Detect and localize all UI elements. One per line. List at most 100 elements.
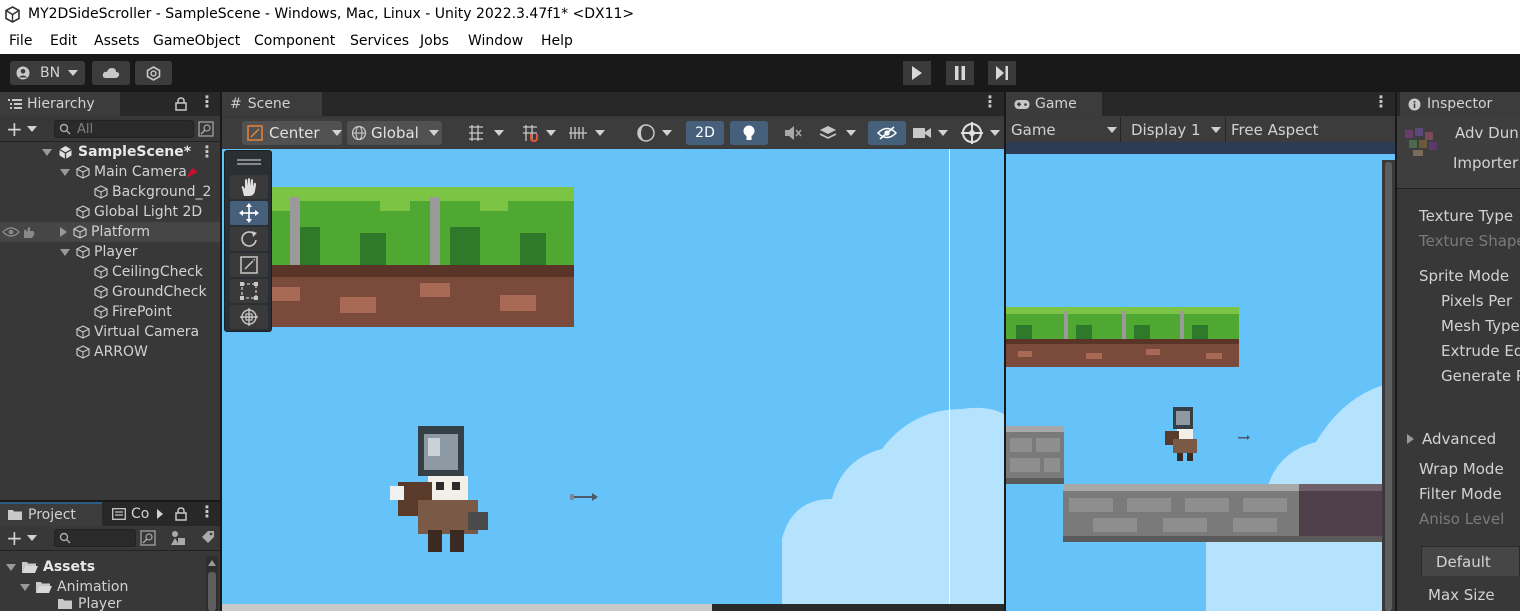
display-dropdown[interactable]: Display 1: [1131, 120, 1221, 140]
hierarchy-item-virtual-camera[interactable]: Virtual Camera: [76, 322, 199, 342]
project-menu-button[interactable]: ⋮: [199, 502, 215, 521]
tab-project[interactable]: Project: [0, 502, 102, 526]
tab-console[interactable]: Co: [104, 502, 170, 526]
space-dropdown[interactable]: Global: [347, 121, 442, 145]
effects-button[interactable]: [818, 123, 864, 143]
scene-menu-button[interactable]: ⋮: [199, 142, 215, 161]
menu-file[interactable]: File: [9, 33, 32, 49]
move-tool-button[interactable]: [230, 201, 268, 225]
project-lock-icon[interactable]: [175, 507, 187, 521]
layers-effects-icon: [819, 126, 837, 139]
shaded-sphere-icon: [637, 124, 655, 142]
field-sprite-mode: Sprite Mode: [1419, 267, 1510, 285]
scene-panel: # Scene ⋮ Center Global 2D: [222, 92, 1004, 611]
menu-window[interactable]: Window: [468, 33, 523, 49]
hierarchy-item-firepoint[interactable]: FirePoint: [94, 302, 172, 322]
platform-tab-default[interactable]: Default: [1421, 546, 1520, 576]
hand-tool-button[interactable]: [230, 175, 268, 199]
display-label: Display 1: [1131, 121, 1201, 139]
hierarchy-item-main-camera[interactable]: Main Camera: [60, 162, 187, 182]
pivot-dropdown[interactable]: Center: [242, 121, 342, 145]
scroll-thumb[interactable]: [208, 572, 216, 611]
pause-button[interactable]: [946, 61, 974, 85]
menu-services[interactable]: Services: [350, 33, 409, 49]
game-scroll-thumb[interactable]: [1385, 162, 1392, 611]
hierarchy-item-arrow[interactable]: ARROW: [76, 342, 148, 362]
hierarchy-item-player[interactable]: Player: [60, 242, 138, 262]
audio-muted-icon: [785, 126, 802, 140]
advanced-foldout[interactable]: Advanced: [1407, 430, 1496, 448]
scene-horizontal-scrollbar[interactable]: [222, 604, 712, 611]
scroll-up-arrow-icon[interactable]: [208, 560, 216, 566]
project-folder-player[interactable]: Player: [58, 596, 122, 611]
gizmos-button[interactable]: [960, 121, 1004, 145]
scene-viewport[interactable]: [222, 149, 1004, 611]
grid-visibility-button[interactable]: [567, 123, 613, 143]
grid-snap-button[interactable]: [466, 123, 514, 143]
project-scrollbar[interactable]: [206, 556, 218, 611]
game-scrollbar[interactable]: [1382, 160, 1395, 611]
lighting-toggle-button[interactable]: [730, 121, 768, 145]
search-by-type-icon[interactable]: [140, 530, 156, 546]
menu-gameobject[interactable]: GameObject: [153, 33, 240, 49]
scene-row[interactable]: SampleScene*: [42, 142, 220, 162]
visibility-eye-icon[interactable]: [2, 226, 20, 238]
scene-menu-button[interactable]: ⋮: [982, 92, 998, 111]
collab-button[interactable]: [135, 61, 172, 85]
scene-filter-icon[interactable]: [198, 121, 214, 137]
project-panel: Project Co ⋮ + Assets Animation Player: [0, 502, 220, 611]
hierarchy-item-background[interactable]: Background_2: [94, 182, 211, 202]
account-button[interactable]: BN: [10, 61, 85, 85]
transform-tool-button[interactable]: [230, 305, 268, 329]
warning-marker-icon: [186, 168, 198, 178]
scale-tool-button[interactable]: [230, 253, 268, 277]
snap-increment-button[interactable]: [520, 123, 562, 143]
project-folder-assets[interactable]: Assets: [6, 557, 95, 577]
hierarchy-item-platform[interactable]: Platform: [60, 222, 150, 242]
scene-grid-icon: #: [230, 96, 242, 112]
menu-edit[interactable]: Edit: [50, 33, 77, 49]
game-menu-button[interactable]: ⋮: [1373, 92, 1389, 111]
lock-icon[interactable]: [175, 97, 187, 111]
field-max-size: Max Size: [1428, 586, 1495, 604]
tab-overflow-arrow-icon[interactable]: [157, 509, 164, 519]
tab-game[interactable]: Game: [1006, 92, 1102, 116]
hierarchy-search-input[interactable]: All: [54, 120, 194, 138]
menu-component[interactable]: Component: [254, 33, 335, 49]
rotate-tool-button[interactable]: [230, 227, 268, 251]
tab-scene[interactable]: # Scene: [222, 92, 322, 116]
project-folder-animation[interactable]: Animation: [20, 577, 128, 597]
toggle-2d-button[interactable]: 2D: [686, 121, 724, 145]
tab-hierarchy[interactable]: Hierarchy: [0, 92, 120, 116]
add-object-button[interactable]: +: [6, 119, 38, 139]
field-aniso-level: Aniso Level: [1419, 510, 1505, 528]
gridvis-chevron-down-icon: [595, 130, 605, 136]
menu-assets[interactable]: Assets: [94, 33, 140, 49]
hierarchy-item-ceilingcheck[interactable]: CeilingCheck: [94, 262, 203, 282]
filter-by-type-icon[interactable]: [170, 530, 186, 546]
gameobject-cube-icon: [76, 245, 90, 259]
rect-tool-button[interactable]: [230, 279, 268, 303]
game-arrow-sprite: [1238, 435, 1250, 440]
camera-settings-button[interactable]: [912, 123, 956, 143]
menu-jobs[interactable]: Jobs: [420, 33, 449, 49]
draw-mode-button[interactable]: [636, 123, 680, 143]
hierarchy-item-groundcheck[interactable]: GroundCheck: [94, 282, 207, 302]
game-mode-dropdown[interactable]: Game: [1011, 120, 1117, 140]
menu-help[interactable]: Help: [541, 33, 573, 49]
hierarchy-menu-button[interactable]: ⋮: [199, 92, 215, 111]
audio-toggle-button[interactable]: [774, 121, 812, 145]
scene-visibility-button[interactable]: [868, 121, 906, 145]
pickable-hand-icon[interactable]: [22, 226, 36, 239]
game-viewport[interactable]: [1006, 142, 1395, 611]
create-asset-button[interactable]: +: [6, 528, 38, 548]
label-tag-icon[interactable]: [201, 530, 215, 544]
step-button[interactable]: [988, 61, 1016, 85]
play-button[interactable]: [903, 61, 931, 85]
project-search-input[interactable]: [54, 529, 136, 547]
aspect-dropdown[interactable]: Free Aspect: [1231, 120, 1391, 140]
overlay-grip-handle[interactable]: [237, 159, 261, 161]
cloud-button[interactable]: [92, 61, 130, 85]
hierarchy-item-global-light[interactable]: Global Light 2D: [76, 202, 202, 222]
tab-inspector[interactable]: Inspector: [1400, 92, 1520, 116]
